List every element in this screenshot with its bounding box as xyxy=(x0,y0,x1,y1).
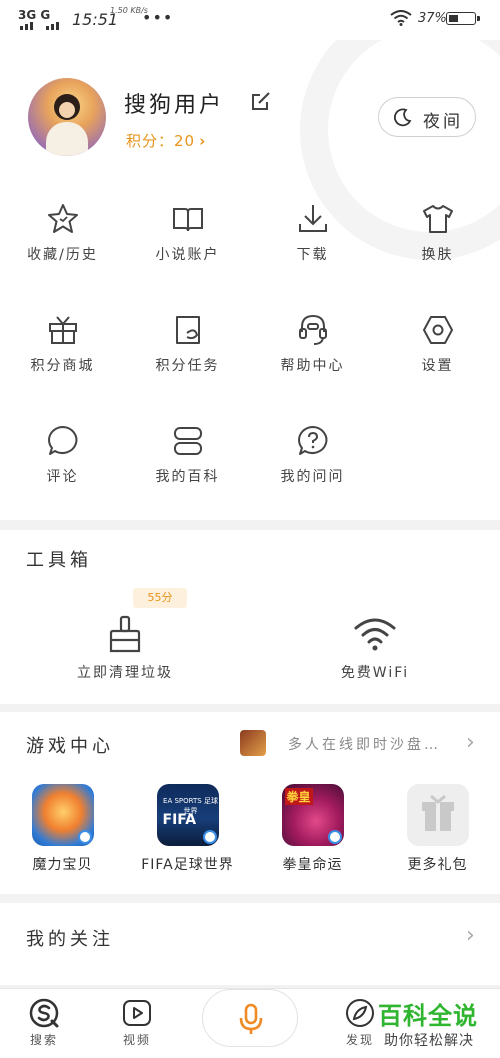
clean-junk-label: 立即清理垃圾 xyxy=(77,665,173,681)
watermark-title: 百科全说 xyxy=(378,1002,478,1030)
battery-percent: 37% xyxy=(418,11,447,26)
tab-search[interactable]: 搜索 xyxy=(14,997,74,1048)
game-icon: 拳皇 xyxy=(281,784,344,846)
grid-item-label: 积分任务 xyxy=(155,358,220,374)
chevron-right-icon: › xyxy=(199,132,207,150)
chevron-right-icon[interactable]: › xyxy=(466,923,475,948)
tab-label: 搜索 xyxy=(29,1033,58,1047)
profile-panel: 搜狗用户 积分：20 › 夜间 收藏/历史 小说账户 下载 换肤 积分商城 积分… xyxy=(0,40,500,520)
night-mode-label: 夜间 xyxy=(423,112,463,132)
tab-video[interactable]: 视频 xyxy=(107,997,167,1048)
game-label: 更多礼包 xyxy=(407,857,468,873)
game-center-title: 游戏中心 xyxy=(26,736,114,757)
grid-item-label: 我的问问 xyxy=(280,469,345,485)
voice-search-button[interactable] xyxy=(202,989,298,1047)
watermark-subtitle: 助你轻松解决 xyxy=(384,1033,474,1049)
grid-item-label: 积分商城 xyxy=(30,358,95,374)
game-kof-destiny[interactable]: 拳皇 拳皇命运 xyxy=(250,784,375,874)
more-gift-packs[interactable]: 更多礼包 xyxy=(375,784,500,874)
question-icon xyxy=(297,426,327,455)
points-label: 积分：20 xyxy=(126,132,196,150)
grid-item-label: 帮助中心 xyxy=(280,358,345,374)
grid-item-favorites-history[interactable]: 收藏/历史 xyxy=(0,202,125,264)
game-label: FIFA足球世界 xyxy=(141,857,234,873)
gift-pack-icon xyxy=(406,784,469,846)
game-fifa[interactable]: EA SPORTS 足球世界 FIFA FIFA足球世界 xyxy=(125,784,250,874)
promo-text[interactable]: 多人在线即时沙盘… xyxy=(288,734,441,754)
battery-icon xyxy=(446,12,480,25)
points-badge: 55分 xyxy=(133,588,187,608)
encyclopedia-icon xyxy=(173,427,202,455)
signal-bars-icon xyxy=(20,22,59,30)
free-wifi-button[interactable]: 免费WiFi xyxy=(250,614,500,682)
status-bar: 3G G 15:51 1.50 KB/s ••• 37% xyxy=(0,0,500,40)
game-moli-baobei[interactable]: 魔力宝贝 xyxy=(0,784,125,874)
moon-icon xyxy=(393,108,412,127)
grid-item-label: 评论 xyxy=(46,469,79,485)
gift-icon xyxy=(48,316,77,344)
grid-item-help-center[interactable]: 帮助中心 xyxy=(250,313,375,375)
tencent-games-icon xyxy=(202,830,217,844)
book-icon xyxy=(172,208,203,232)
grid-item-download[interactable]: 下载 xyxy=(250,202,375,264)
star-icon xyxy=(47,204,78,233)
grid-item-label: 设置 xyxy=(421,358,454,374)
toolbox-section: 工具箱 55分 立即清理垃圾 免费WiFi xyxy=(0,530,500,704)
broom-icon xyxy=(109,615,141,653)
settings-icon xyxy=(422,316,453,344)
wifi-status-icon xyxy=(390,10,412,26)
game-icon xyxy=(31,784,94,846)
edit-icon[interactable] xyxy=(250,90,272,112)
points-link[interactable]: 积分：20 › xyxy=(126,130,206,151)
grid-item-label: 换肤 xyxy=(421,247,454,263)
grid-item-novel-account[interactable]: 小说账户 xyxy=(125,202,250,264)
more-notifications-icon: ••• xyxy=(142,8,174,27)
task-icon xyxy=(175,316,200,344)
game-label: 魔力宝贝 xyxy=(32,857,93,873)
discover-icon xyxy=(346,999,374,1027)
tshirt-icon xyxy=(422,205,453,233)
sogou-search-icon xyxy=(29,998,59,1028)
grid-item-my-encyclopedia[interactable]: 我的百科 xyxy=(125,424,250,486)
headset-icon xyxy=(298,314,327,345)
toolbox-title: 工具箱 xyxy=(26,550,92,571)
download-icon xyxy=(298,205,327,232)
game-icon: EA SPORTS 足球世界 FIFA xyxy=(156,784,219,846)
video-icon xyxy=(123,1000,151,1026)
night-mode-button[interactable]: 夜间 xyxy=(378,97,476,137)
promo-game-thumbnail[interactable] xyxy=(240,730,266,756)
grid-item-comments[interactable]: 评论 xyxy=(0,424,125,486)
free-wifi-label: 免费WiFi xyxy=(340,665,410,681)
avatar[interactable] xyxy=(28,78,106,156)
grid-item-skin[interactable]: 换肤 xyxy=(375,202,500,264)
wifi-icon xyxy=(354,618,396,651)
game-icon-text: FIFA xyxy=(162,812,197,828)
grid-item-points-task[interactable]: 积分任务 xyxy=(125,313,250,375)
game-center-section: 游戏中心 多人在线即时沙盘… › 魔力宝贝 EA SPORTS 足球世界 FIF… xyxy=(0,712,500,894)
username[interactable]: 搜狗用户 xyxy=(124,87,224,119)
grid-item-label: 收藏/历史 xyxy=(27,247,98,263)
game-icon-text: 拳皇 xyxy=(284,788,313,805)
grid-item-label: 我的百科 xyxy=(155,469,220,485)
clean-junk-button[interactable]: 立即清理垃圾 xyxy=(0,614,250,682)
watermark-logo: 百科全说 助你轻松解决 xyxy=(376,994,500,1057)
grid-item-my-questions[interactable]: 我的问问 xyxy=(250,424,375,486)
grid-item-label: 下载 xyxy=(296,247,329,263)
microphone-icon xyxy=(239,1003,263,1034)
game-label: 拳皇命运 xyxy=(282,857,343,873)
grid-item-settings[interactable]: 设置 xyxy=(375,313,500,375)
my-follows-section[interactable]: 我的关注 › xyxy=(0,903,500,985)
tencent-games-icon xyxy=(77,830,92,844)
my-follows-title: 我的关注 xyxy=(26,929,114,950)
grid-item-points-mall[interactable]: 积分商城 xyxy=(0,313,125,375)
tencent-games-icon xyxy=(327,830,342,844)
grid-item-label: 小说账户 xyxy=(155,247,220,263)
chevron-right-icon[interactable]: › xyxy=(466,730,475,755)
tab-label: 视频 xyxy=(122,1033,151,1047)
comment-icon xyxy=(47,426,77,455)
